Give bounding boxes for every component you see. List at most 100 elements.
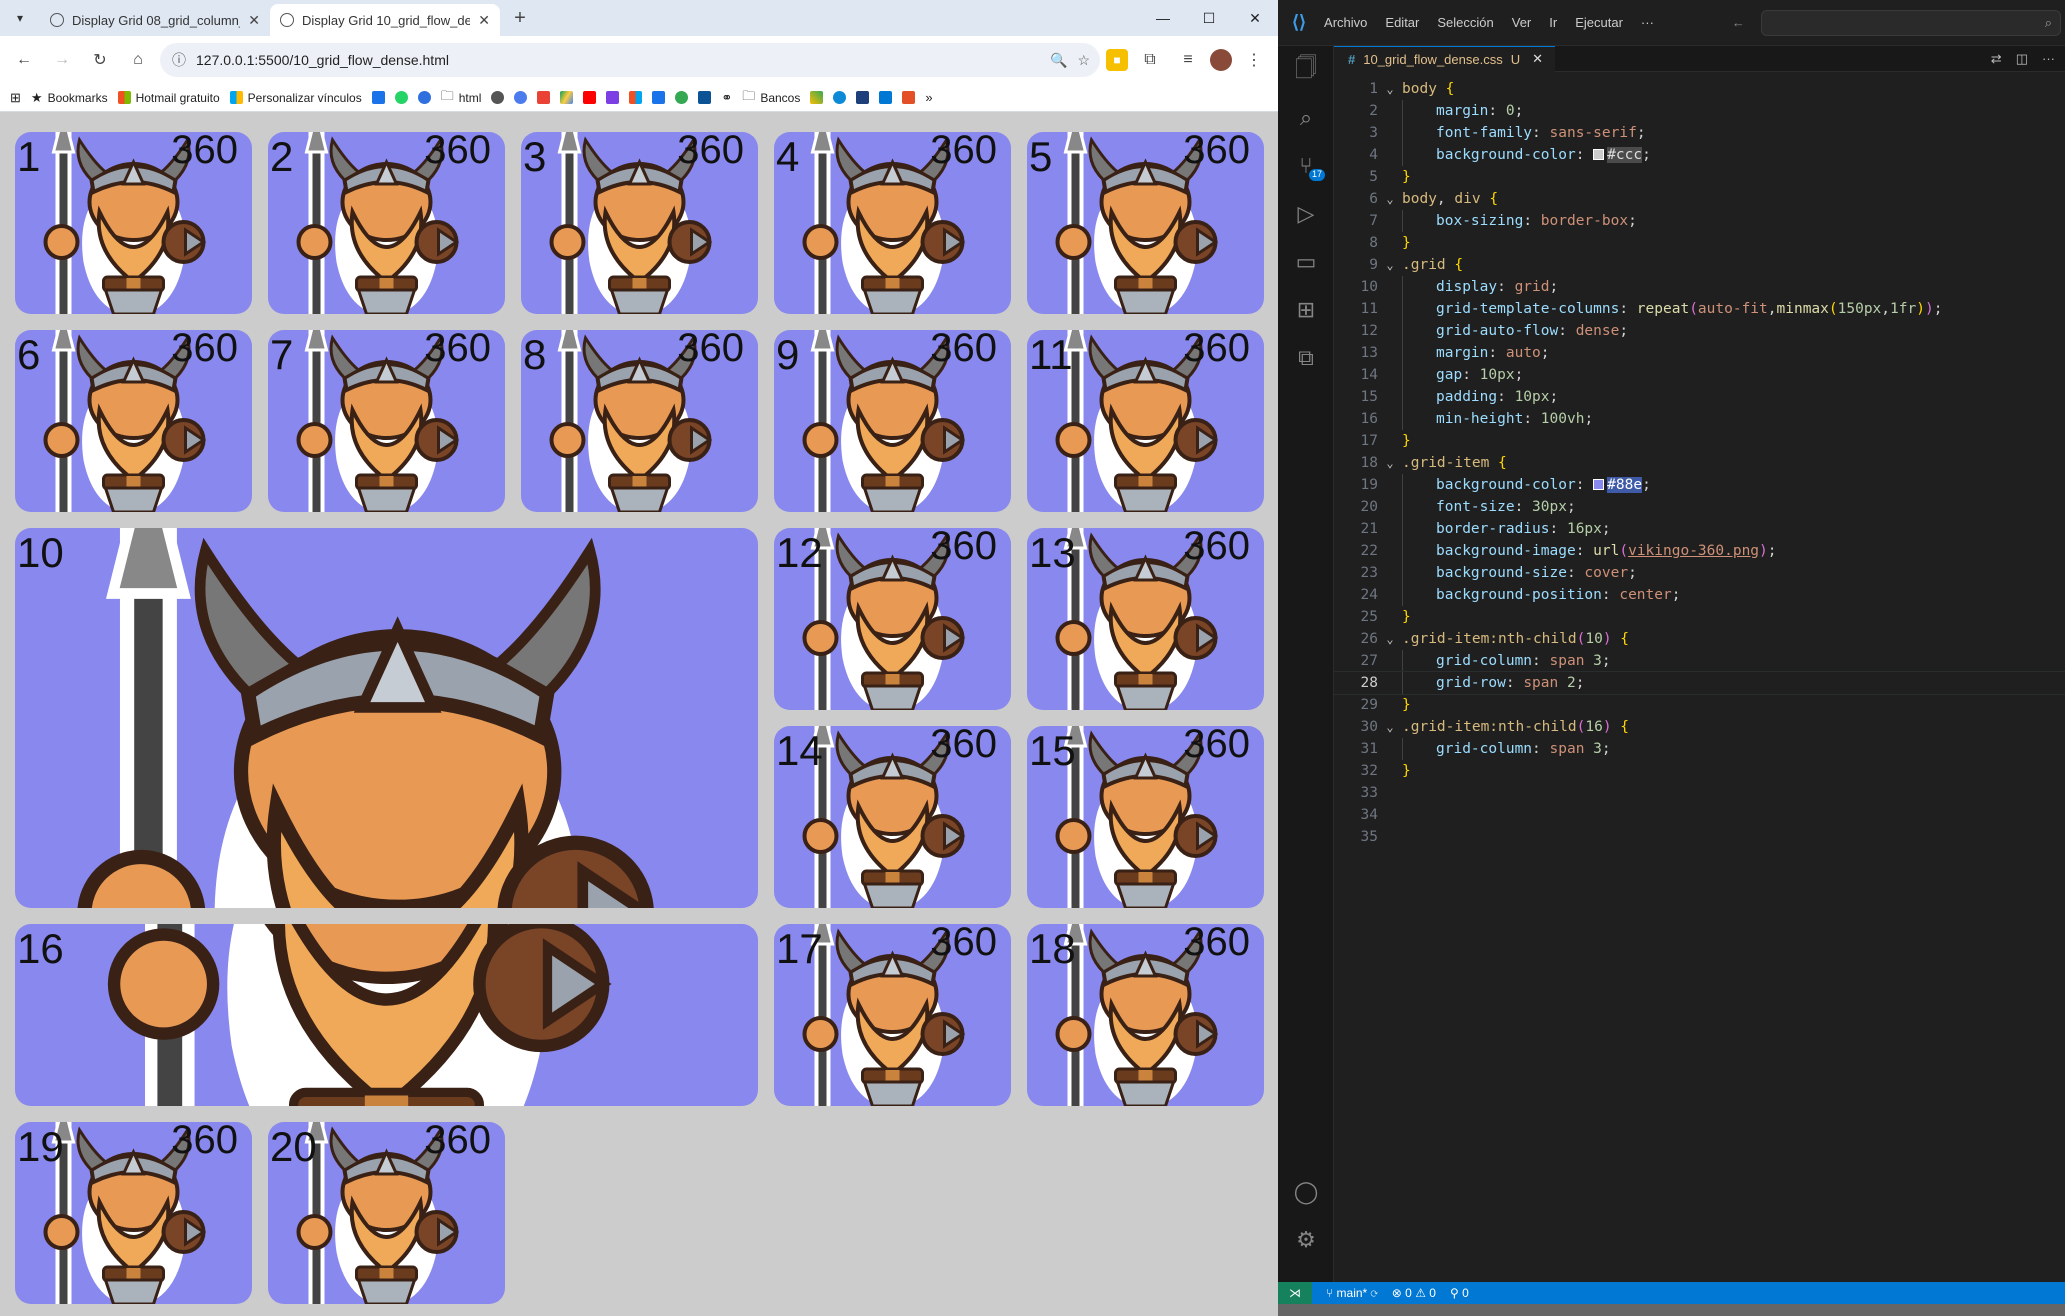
dictionary-icon[interactable]	[856, 91, 870, 104]
code-line[interactable]: 7 box-sizing: border-box;	[1334, 210, 2065, 232]
code-line[interactable]: 26 ⌄ .grid-item:nth-child(10) {	[1334, 628, 2065, 650]
problems-indicator[interactable]: ⊗ 0 ⚠ 0	[1392, 1286, 1436, 1300]
code-line[interactable]: 22 background-image: url(vikingo-360.png)…	[1334, 540, 2065, 562]
html5-icon[interactable]	[902, 91, 916, 104]
extension-icon[interactable]: ■	[1106, 49, 1128, 71]
editor-tab-css[interactable]: # 10_grid_flow_dense.css U ✕	[1334, 45, 1556, 72]
code-line[interactable]: 23 background-size: cover;	[1334, 562, 2065, 584]
apps-grid-icon[interactable]: ⊞	[10, 90, 21, 106]
code-line[interactable]: 17}	[1334, 430, 2065, 452]
run-debug-icon[interactable]: ▷	[1278, 190, 1334, 238]
maps-icon[interactable]	[371, 91, 385, 104]
close-tab-icon[interactable]: ✕	[248, 12, 260, 29]
bookmark-star-icon[interactable]: ☆	[1077, 52, 1090, 69]
bookmark-bancos-folder[interactable]: 🗀 Bancos	[742, 87, 800, 109]
code-line[interactable]: 3 font-family: sans-serif;	[1334, 122, 2065, 144]
maximize-icon[interactable]: ☐	[1186, 0, 1232, 36]
fold-chevron-icon[interactable]: ⌄	[1378, 452, 1402, 474]
code-line[interactable]: 1 ⌄ body {	[1334, 78, 2065, 100]
new-tab-button[interactable]: +	[506, 4, 534, 32]
gemini-icon[interactable]	[514, 91, 528, 104]
command-center-search[interactable]: ⌕	[1761, 10, 2061, 36]
close-window-icon[interactable]: ✕	[1232, 0, 1278, 36]
extensions-puzzle-icon[interactable]: ⧉	[1134, 44, 1166, 76]
ports-indicator[interactable]: ⚲ 0	[1450, 1286, 1469, 1300]
code-line[interactable]: 31 grid-column: span 3;	[1334, 738, 2065, 760]
menu-editar[interactable]: Editar	[1385, 15, 1419, 30]
code-line[interactable]: 32}	[1334, 760, 2065, 782]
open-changes-icon[interactable]: ⇄	[1991, 51, 2002, 67]
forward-icon[interactable]: →	[46, 44, 78, 76]
code-line[interactable]: 30 ⌄ .grid-item:nth-child(16) {	[1334, 716, 2065, 738]
drive-icon[interactable]	[560, 91, 574, 104]
code-line[interactable]: 35	[1334, 826, 2065, 848]
remote-indicator-icon[interactable]: ⋊	[1278, 1282, 1312, 1304]
code-line[interactable]: 10 display: grid;	[1334, 276, 2065, 298]
menu-more[interactable]: ···	[1641, 15, 1654, 30]
nav-back-icon[interactable]: ←	[1732, 15, 1745, 30]
menu-ver[interactable]: Ver	[1512, 15, 1532, 30]
bookmark-html-folder[interactable]: 🗀 html	[441, 87, 482, 109]
bookmark-bookmarks[interactable]: ★ Bookmarks	[31, 90, 108, 106]
menu-seleccion[interactable]: Selección	[1437, 15, 1493, 30]
code-line[interactable]: 16 min-height: 100vh;	[1334, 408, 2065, 430]
branch-indicator[interactable]: ⑂ main* ⟳	[1326, 1286, 1378, 1300]
fold-chevron-icon[interactable]: ⌄	[1378, 716, 1402, 738]
code-line[interactable]: 18 ⌄ .grid-item {	[1334, 452, 2065, 474]
fold-chevron-icon[interactable]: ⌄	[1378, 628, 1402, 650]
code-line[interactable]: 6 ⌄ body, div {	[1334, 188, 2065, 210]
testing-icon[interactable]: ⧉	[1278, 334, 1334, 382]
close-tab-icon[interactable]: ✕	[478, 12, 490, 29]
code-editor[interactable]: 1 ⌄ body {2 margin: 0; 3 font-family: sans-se…	[1333, 78, 2065, 848]
split-editor-icon[interactable]: ◫	[2016, 51, 2028, 67]
remote-explorer-icon[interactable]: ▭	[1278, 238, 1334, 286]
code-line[interactable]: 9 ⌄ .grid {	[1334, 254, 2065, 276]
code-line[interactable]: 2 margin: 0;	[1334, 100, 2065, 122]
menu-kebab-icon[interactable]: ⋮	[1238, 44, 1270, 76]
code-line[interactable]: 20 font-size: 30px;	[1334, 496, 2065, 518]
code-line[interactable]: 5}	[1334, 166, 2065, 188]
menu-archivo[interactable]: Archivo	[1324, 15, 1367, 30]
minimize-icon[interactable]: —	[1140, 0, 1186, 36]
code-line[interactable]: 11 grid-template-columns: repeat(auto-fit…	[1334, 298, 2065, 320]
more-bookmarks-icon[interactable]: »	[925, 90, 932, 105]
chat-icon[interactable]	[417, 91, 431, 104]
code-line[interactable]: 13 margin: auto;	[1334, 342, 2065, 364]
gmail-icon[interactable]	[537, 91, 551, 104]
extensions-icon[interactable]: ⊞	[1278, 286, 1334, 334]
whatsapp-icon[interactable]	[394, 91, 408, 104]
outlook-icon[interactable]	[879, 91, 893, 104]
font-icon[interactable]	[698, 91, 712, 104]
code-line[interactable]: 34	[1334, 804, 2065, 826]
fold-chevron-icon[interactable]: ⌄	[1378, 188, 1402, 210]
reload-icon[interactable]: ↻	[84, 44, 116, 76]
tab-search-icon[interactable]: ▾	[8, 6, 32, 30]
openai-icon[interactable]	[491, 91, 505, 104]
code-line[interactable]: 27 grid-column: span 3;	[1334, 650, 2065, 672]
address-bar[interactable]: ⓘ 127.0.0.1:5500/10_grid_flow_dense.html…	[160, 43, 1100, 77]
url-text[interactable]: 127.0.0.1:5500/10_grid_flow_dense.html	[196, 52, 1040, 68]
code-line[interactable]: 12 grid-auto-flow: dense;	[1334, 320, 2065, 342]
home-icon[interactable]: ⌂	[122, 44, 154, 76]
menu-ir[interactable]: Ir	[1549, 15, 1557, 30]
zoom-icon[interactable]: 🔍	[1050, 52, 1067, 69]
mail-icon[interactable]	[606, 91, 620, 104]
youtube-icon[interactable]	[583, 91, 597, 104]
explorer-icon[interactable]: 🗍	[1278, 46, 1334, 94]
location-icon[interactable]	[675, 91, 689, 104]
close-editor-icon[interactable]: ✕	[1532, 51, 1543, 67]
fold-chevron-icon[interactable]: ⌄	[1378, 78, 1402, 100]
source-control-icon[interactable]: ⑂ 17	[1278, 142, 1334, 190]
link-icon[interactable]: ⚭	[721, 90, 732, 106]
code-line[interactable]: 33	[1334, 782, 2065, 804]
search-icon[interactable]: ⌕	[1278, 94, 1334, 142]
microsoft-icon[interactable]	[629, 91, 643, 104]
code-line[interactable]: 15 padding: 10px;	[1334, 386, 2065, 408]
code-line[interactable]: 24 background-position: center;	[1334, 584, 2065, 606]
code-line[interactable]: 4 background-color: #ccc;	[1334, 144, 2065, 166]
code-line[interactable]: 8}	[1334, 232, 2065, 254]
profile-avatar[interactable]	[1210, 49, 1232, 71]
edge-icon[interactable]	[833, 91, 847, 104]
code-line[interactable]: 29}	[1334, 694, 2065, 716]
settings-gear-icon[interactable]: ⚙	[1278, 1216, 1334, 1264]
